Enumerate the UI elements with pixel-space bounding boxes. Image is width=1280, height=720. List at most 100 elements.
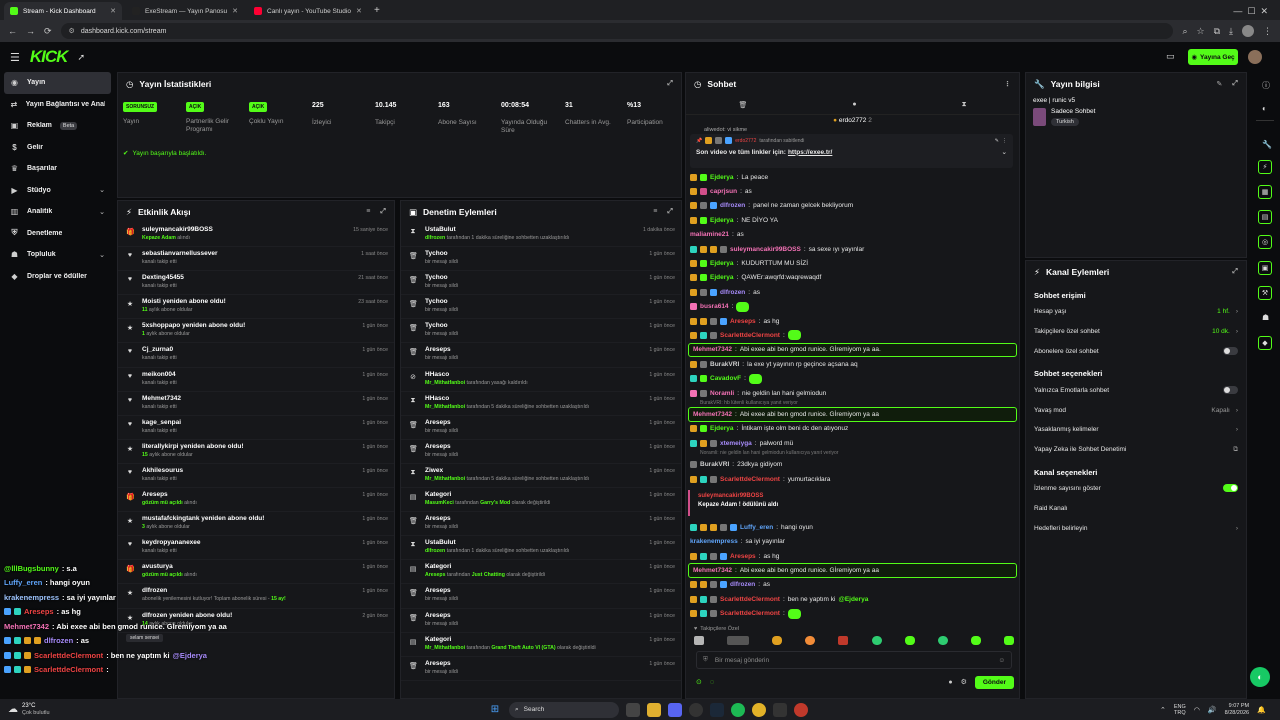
language-indicator[interactable]: ENG TRQ: [1174, 704, 1186, 716]
chat-message[interactable]: ScarlettdeClermont:: [686, 328, 1019, 342]
users-icon[interactable]: ☗: [1262, 313, 1269, 322]
chat-username[interactable]: Ejderya: [710, 217, 734, 224]
chevron-down-icon[interactable]: ⌄: [1002, 148, 1007, 156]
emote-icon[interactable]: [727, 636, 750, 645]
clock[interactable]: 9:07 PM 8/28/2026: [1225, 703, 1249, 717]
theater-mode-icon[interactable]: ▭: [1166, 51, 1175, 62]
extensions-icon[interactable]: ⧉: [1214, 26, 1220, 37]
steam-icon[interactable]: [710, 702, 724, 717]
sidebar-item-4[interactable]: ♛ Başarılar: [0, 158, 115, 180]
chat-username[interactable]: busra614: [700, 303, 729, 310]
setting-row[interactable]: Raid Kanalı: [1026, 498, 1246, 518]
list-item[interactable]: ★ 5xshoppapo yeniden abone oldu! 1 aylık a…: [118, 319, 394, 344]
theme-icon[interactable]: ◐: [1262, 104, 1267, 113]
chat-username[interactable]: ScarlettdeClermont: [720, 476, 780, 483]
setting-row[interactable]: Hedefleri belirleyin ›: [1026, 518, 1246, 538]
sidebar-item-1[interactable]: ⇄ Yayın Bağlantısı ve Anahtarı: [0, 94, 115, 116]
chat-username[interactable]: Mehmet7342: [693, 346, 732, 353]
chat-message[interactable]: maliamine21: as: [686, 228, 1019, 242]
chat-username[interactable]: Mehmet7342: [693, 411, 732, 418]
lightning-icon[interactable]: ⚡: [1258, 160, 1272, 174]
list-item[interactable]: 🗑 Areseps bir mesajı sildi 1 gün önce: [401, 343, 681, 368]
setting-row[interactable]: Abonelere özel sohbet: [1026, 342, 1246, 362]
chat-username[interactable]: maliamine21: [690, 231, 729, 238]
download-icon[interactable]: ⤓: [1229, 26, 1233, 37]
chat-username[interactable]: ScarlettdeClermont: [720, 596, 780, 603]
windows-start-icon[interactable]: ⊞: [488, 703, 502, 717]
chat-message[interactable]: ScarlettdeClermont:: [686, 607, 1019, 621]
chat-username[interactable]: ScarlettdeClermont: [720, 610, 780, 617]
chat-message[interactable]: suleymancakir99BOSS: sa sexe ıyı yayınlar: [686, 242, 1019, 256]
list-item[interactable]: ♥ sebastianvarnellussever kanalı takip ett…: [118, 247, 394, 272]
chevron-up-icon[interactable]: ⌃: [1160, 706, 1166, 714]
setting-row[interactable]: Yasaklanmış kelimeler ›: [1026, 420, 1246, 440]
chat-bubble-icon[interactable]: ●: [948, 679, 952, 686]
kick-logo[interactable]: KICK: [30, 47, 69, 67]
expand-icon[interactable]: ⤢: [1232, 80, 1238, 88]
list-item[interactable]: ♥ keydropyananexee kanalı takip etti 1 gün …: [118, 536, 394, 561]
back-icon[interactable]: ←: [8, 26, 17, 36]
emote-icon[interactable]: [1003, 636, 1014, 645]
list-item[interactable]: ♥ Cj_zurna0 kanalı takip etti 1 gün önce: [118, 343, 394, 368]
list-item[interactable]: ▤ Kategori MasumKeci tarafından Garry's Mo…: [401, 488, 681, 513]
list-item[interactable]: 🎁 suleymancakir99BOSS Kepaze Adam alındı 15…: [118, 223, 394, 248]
sidebar-item-0[interactable]: ◉ Yayın: [4, 72, 111, 94]
chat-username[interactable]: BurakVRI: [700, 461, 729, 468]
browser-tab[interactable]: Canlı yayın - YouTube Studio ✕: [248, 2, 366, 20]
toggle-switch[interactable]: [1223, 347, 1238, 356]
filter-icon[interactable]: ≡: [366, 208, 370, 216]
chat-message[interactable]: dlfrozen: as: [686, 285, 1019, 299]
weather-widget[interactable]: ☁ 23°C Çok bulutlu: [0, 703, 120, 717]
setting-row[interactable]: Yapay Zeka ile Sohbet Denetimi ⧉: [1026, 440, 1246, 460]
setting-row[interactable]: Hesap yaşı 1 hf. ›: [1026, 302, 1246, 322]
zoom-icon[interactable]: ⌕: [1182, 26, 1187, 37]
points-icon[interactable]: ⊙: [696, 678, 702, 686]
expand-icon[interactable]: ⤢: [667, 80, 673, 88]
list-item[interactable]: ⊘ HHasco Mr_Mithatfanboi tarafından yasağı…: [401, 368, 681, 392]
spotify-icon[interactable]: [731, 702, 745, 717]
filter-icon[interactable]: ≡: [653, 208, 657, 216]
sidebar-item-7[interactable]: ⛨ Denetleme: [0, 223, 115, 245]
sidebar-item-2[interactable]: ▣ Reklam Beta: [0, 115, 115, 137]
sidebar-item-6[interactable]: ▥ Analitik ⌄: [0, 201, 115, 223]
emote-icon[interactable]: [904, 636, 915, 645]
list-item[interactable]: 🗑 Tychoo bir mesajı sildi 1 gün önce: [401, 319, 681, 344]
browser-tab[interactable]: Stream - Kick Dashboard ✕: [4, 2, 122, 20]
list-item[interactable]: 🗑 Tychoo bir mesajı sildi 1 gün önce: [401, 247, 681, 272]
list-item[interactable]: 🗑 Areseps bir mesajı sildi 1 gün önce: [401, 609, 681, 633]
list-item[interactable]: ★ Moisti yeniden abone oldu! 11 aylık abon…: [118, 295, 394, 320]
chat-message[interactable]: Ejderya: KUDURTTUM MU SİZİ: [686, 256, 1019, 270]
setting-row[interactable]: Takipçilere özel sohbet 10 dk. ›: [1026, 322, 1246, 342]
gift-icon[interactable]: ◆: [1258, 336, 1272, 350]
sidebar-item-9[interactable]: ◆ Droplar ve ödüller: [0, 266, 115, 288]
list-item[interactable]: ▤ Kategori Areseps tarafından Just Chattin…: [401, 560, 681, 585]
emote-icon[interactable]: [805, 636, 816, 645]
chat-username[interactable]: Areseps: [730, 318, 756, 325]
chat-mention[interactable]: @Ejderya: [838, 596, 868, 603]
hammer-icon[interactable]: ⚒: [1258, 286, 1272, 300]
moderation-icon[interactable]: ▣: [1258, 261, 1272, 275]
volume-icon[interactable]: 🔊: [1208, 706, 1217, 714]
emote-icon[interactable]: [772, 636, 783, 645]
expand-icon[interactable]: ⤢: [1232, 268, 1238, 276]
chat-input[interactable]: ⛨ Bir mesaj gönderin ☺: [696, 651, 1012, 669]
list-item[interactable]: ♥ kage_senpai kanalı takip etti 1 gün önce: [118, 416, 394, 440]
chat-username[interactable]: Noramli: [710, 390, 734, 397]
chat-username[interactable]: suleymancakir99BOSS: [730, 246, 801, 253]
forward-icon[interactable]: →: [26, 26, 35, 36]
emote-icon[interactable]: [871, 636, 882, 645]
chat-username[interactable]: xtemeiyga: [720, 440, 752, 447]
chat-message[interactable]: Mehmet7342: Abi exee abi ben gmod runice.…: [688, 563, 1017, 578]
profile-avatar[interactable]: [1242, 25, 1254, 37]
emote-icon[interactable]: [694, 636, 704, 645]
list-item[interactable]: ▤ Kategori Mr_Mithatfanboi tarafından Gran…: [401, 633, 681, 657]
edit-icon[interactable]: ✎: [995, 138, 999, 144]
list-item[interactable]: ⧗ UstaBulut dlfrozen tarafından 1 dakika s…: [401, 223, 681, 248]
chrome-icon[interactable]: [752, 702, 766, 717]
edit-icon[interactable]: ✎: [1217, 80, 1223, 88]
chat-message[interactable]: dlfrozen: as: [686, 578, 1019, 592]
chat-username[interactable]: Ejderya: [710, 274, 734, 281]
trash-icon[interactable]: 🗑: [738, 101, 747, 109]
list-item[interactable]: ★ mustafafckingtank yeniden abone oldu! 3 …: [118, 512, 394, 537]
file-explorer-icon[interactable]: [647, 702, 661, 717]
